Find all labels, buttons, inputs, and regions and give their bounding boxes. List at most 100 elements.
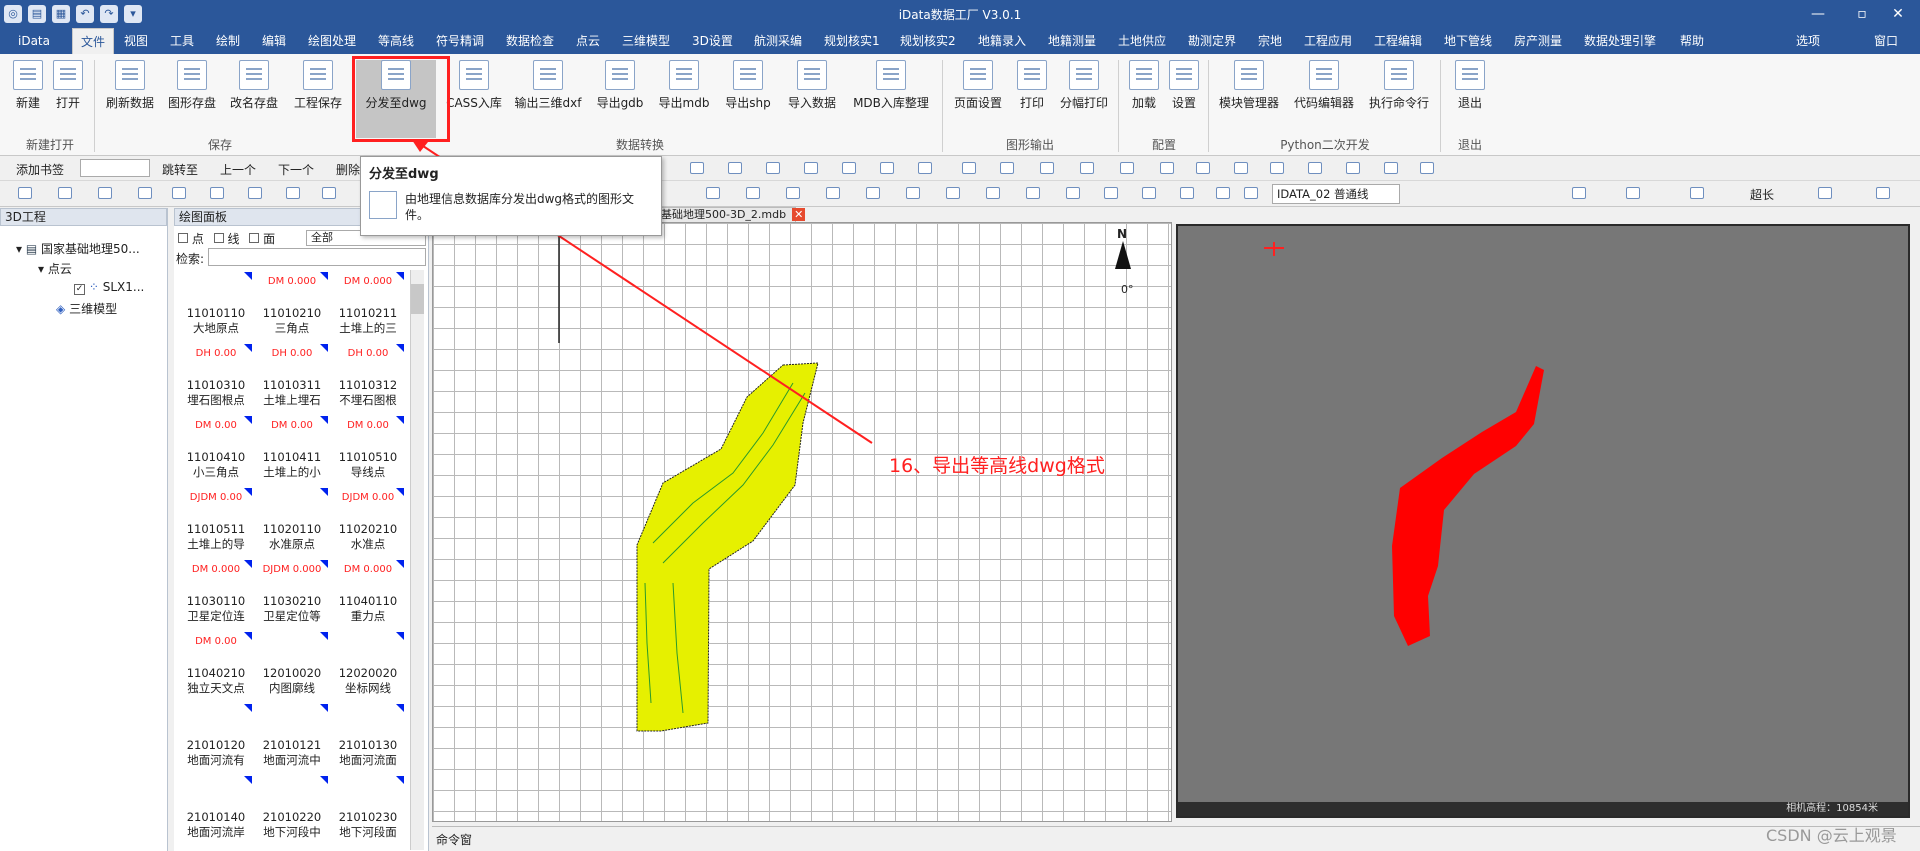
tool-icon[interactable]: [1180, 187, 1194, 199]
symbol-item[interactable]: DM 0.00 11010510 导线点: [330, 416, 406, 480]
menu-3dsettings[interactable]: 3D设置: [692, 28, 733, 54]
symbol-item[interactable]: DM 0.00 11010410 小三角点: [178, 416, 254, 480]
prev-button[interactable]: 上一个: [220, 161, 256, 178]
close-tab-icon[interactable]: ✕: [792, 208, 806, 221]
refresh-button[interactable]: 刷新数据: [104, 60, 156, 111]
symbol-item[interactable]: 21010230 地下河段面: [330, 776, 406, 840]
tool-icon[interactable]: [1244, 187, 1258, 199]
tool-icon[interactable]: [1160, 162, 1174, 174]
tool-icon[interactable]: [58, 187, 72, 199]
tool-icon[interactable]: [1308, 162, 1322, 174]
tool-icon[interactable]: [172, 187, 186, 199]
tool-icon[interactable]: [690, 162, 704, 174]
menu-pointcloud[interactable]: 点云: [576, 28, 600, 54]
tool-icon[interactable]: [1384, 162, 1398, 174]
goto-button[interactable]: 跳转至: [162, 161, 198, 178]
open-icon[interactable]: ▤: [28, 5, 46, 23]
code-editor-button[interactable]: 代码编辑器: [1292, 60, 1356, 111]
minimize-button[interactable]: —: [1796, 0, 1840, 28]
layer-select[interactable]: IDATA_02 普通线: [1272, 184, 1400, 204]
tool-icon[interactable]: [210, 187, 224, 199]
save-as-button[interactable]: 改名存盘: [228, 60, 280, 111]
symbol-item[interactable]: 11020110 水准原点: [254, 488, 330, 552]
tool-icon[interactable]: [1234, 162, 1248, 174]
filter-point-checkbox[interactable]: [178, 233, 188, 243]
undo-icon[interactable]: ↶: [76, 5, 94, 23]
symbol-item[interactable]: 21010121 地面河流中: [254, 704, 330, 768]
save-icon[interactable]: ▦: [52, 5, 70, 23]
tool-icon[interactable]: [866, 187, 880, 199]
tool-icon[interactable]: [706, 187, 720, 199]
menu-property[interactable]: 房产测量: [1514, 28, 1562, 54]
search-input[interactable]: [208, 248, 426, 266]
symbol-item[interactable]: 21010120 地面河流有: [178, 704, 254, 768]
tool-icon[interactable]: [248, 187, 262, 199]
tool-icon[interactable]: [766, 162, 780, 174]
symbol-item[interactable]: DM 0.00 11040210 独立天文点: [178, 632, 254, 696]
tool-icon[interactable]: [906, 187, 920, 199]
menu-options[interactable]: 选项: [1796, 28, 1820, 54]
document-tab[interactable]: 基础地理500-3D_2.mdb ✕: [656, 207, 806, 223]
tool-icon[interactable]: [1120, 162, 1134, 174]
menu-eng-edit[interactable]: 工程编辑: [1374, 28, 1422, 54]
save-graphic-button[interactable]: 图形存盘: [166, 60, 218, 111]
menu-contour[interactable]: 等高线: [378, 28, 414, 54]
tool-icon[interactable]: [1690, 187, 1704, 199]
export-shp-button[interactable]: 导出shp: [722, 60, 774, 111]
scrollbar[interactable]: [410, 270, 424, 850]
tree-item-3dmodel[interactable]: ◈ 三维模型: [56, 300, 117, 317]
tool-icon[interactable]: [1346, 162, 1360, 174]
menu-window[interactable]: 窗口: [1874, 28, 1898, 54]
menu-parcel[interactable]: 宗地: [1258, 28, 1282, 54]
symbol-item[interactable]: DJDM 0.000 11030210 卫星定位等: [254, 560, 330, 624]
symbol-item[interactable]: DH 0.00 11010310 埋石图根点: [178, 344, 254, 408]
menu-3dmodel[interactable]: 三维模型: [622, 28, 670, 54]
menu-symbol[interactable]: 符号精调: [436, 28, 484, 54]
filter-line-checkbox[interactable]: [213, 233, 224, 243]
scroll-thumb[interactable]: [411, 284, 424, 314]
cass-import-button[interactable]: CASS入库: [446, 60, 502, 111]
tool-icon[interactable]: [1876, 187, 1890, 199]
tool-icon[interactable]: [1026, 187, 1040, 199]
checkbox[interactable]: ✓: [74, 284, 85, 295]
map-canvas[interactable]: N 0° 16、导出等高线dwg格式: [432, 222, 1172, 822]
tool-icon[interactable]: [1420, 162, 1434, 174]
export-mdb-button[interactable]: 导出mdb: [656, 60, 712, 111]
tool-icon[interactable]: [728, 162, 742, 174]
delete-button[interactable]: 删除: [336, 161, 360, 178]
menu-aerial[interactable]: 航测采编: [754, 28, 802, 54]
app-icon[interactable]: ◎: [4, 5, 22, 23]
tool-icon[interactable]: [1104, 187, 1118, 199]
3d-viewer[interactable]: 相机高程：10854米: [1176, 224, 1910, 818]
tool-icon[interactable]: [1626, 187, 1640, 199]
tool-icon[interactable]: [1818, 187, 1832, 199]
menu-cadastral-entry[interactable]: 地籍录入: [978, 28, 1026, 54]
print-button[interactable]: 打印: [1014, 60, 1050, 111]
tool-icon[interactable]: [1270, 162, 1284, 174]
menu-draw-process[interactable]: 绘图处理: [308, 28, 356, 54]
tool-icon[interactable]: [962, 162, 976, 174]
command-line-button[interactable]: 执行命令行: [1366, 60, 1432, 111]
symbol-item[interactable]: 12010020 内图廓线: [254, 632, 330, 696]
tool-icon[interactable]: [1196, 162, 1210, 174]
tool-icon[interactable]: [746, 187, 760, 199]
tree-item-slx[interactable]: ✓ ⁘ SLX1...: [74, 280, 144, 295]
menu-land-supply[interactable]: 土地供应: [1118, 28, 1166, 54]
menu-view[interactable]: 视图: [124, 28, 148, 54]
exit-button[interactable]: 退出: [1452, 60, 1488, 111]
tool-icon[interactable]: [322, 187, 336, 199]
tool-icon[interactable]: [1066, 187, 1080, 199]
load-button[interactable]: 加载: [1126, 60, 1162, 111]
symbol-item[interactable]: 11010110 大地原点: [178, 272, 254, 336]
tool-icon[interactable]: [804, 162, 818, 174]
bookmark-select[interactable]: [80, 159, 150, 177]
tool-icon[interactable]: [138, 187, 152, 199]
zoom-in-icon[interactable]: [1000, 162, 1014, 174]
tool-icon[interactable]: [986, 187, 1000, 199]
symbol-item[interactable]: DJDM 0.00 11020210 水准点: [330, 488, 406, 552]
tool-icon[interactable]: [1080, 162, 1094, 174]
tool-icon[interactable]: [880, 162, 894, 174]
customize-icon[interactable]: ▾: [124, 5, 142, 23]
export-dxf-button[interactable]: 输出三维dxf: [512, 60, 584, 111]
settings-button[interactable]: 设置: [1166, 60, 1202, 111]
